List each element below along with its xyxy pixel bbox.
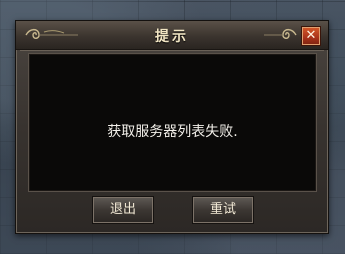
scroll-ornament-icon bbox=[264, 27, 298, 47]
error-message: 获取服务器列表失败. bbox=[107, 124, 238, 140]
divider bbox=[20, 50, 324, 51]
dialog-title-bar[interactable]: 提示 ✕ bbox=[16, 21, 328, 50]
close-button[interactable]: ✕ bbox=[301, 26, 321, 46]
close-icon: ✕ bbox=[305, 28, 317, 43]
alert-dialog: 提示 ✕ 获取服务器列表失败. 退出 重试 bbox=[15, 20, 329, 234]
retry-button[interactable]: 重试 bbox=[192, 196, 254, 224]
exit-button[interactable]: 退出 bbox=[92, 196, 154, 224]
message-panel: 获取服务器列表失败. bbox=[29, 54, 316, 191]
